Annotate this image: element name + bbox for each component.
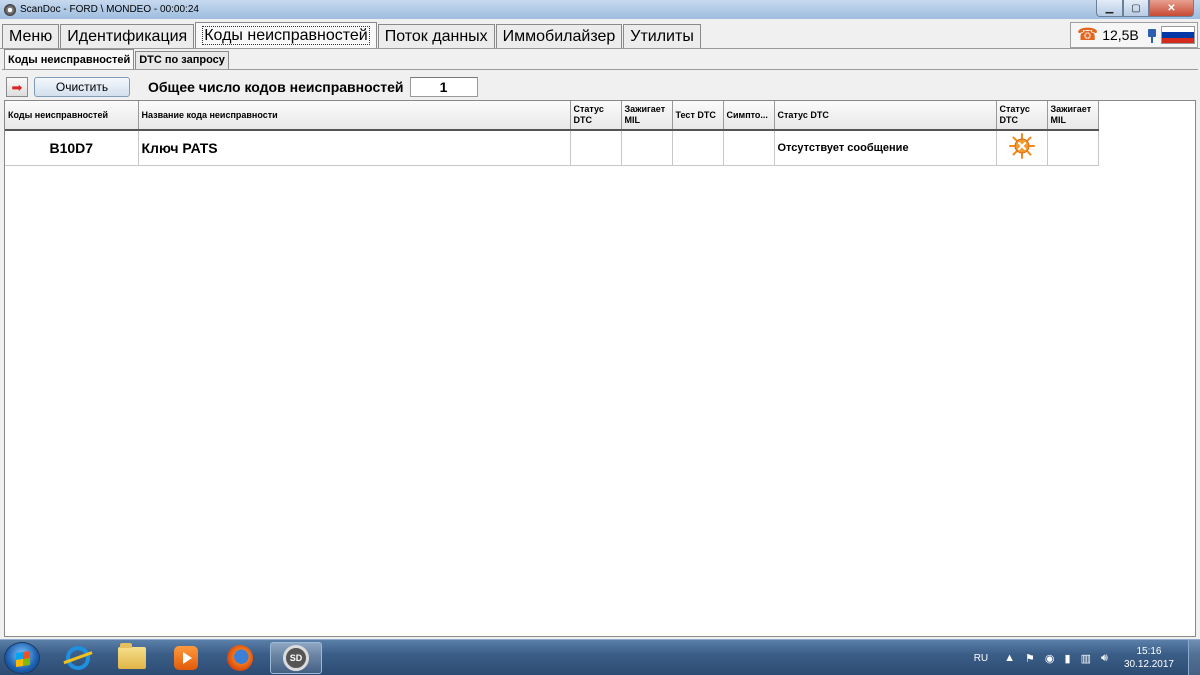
tab-immobilizer[interactable]: Иммобилайзер: [495, 24, 623, 48]
close-button[interactable]: ✕: [1149, 0, 1194, 17]
table-row[interactable]: B10D7 Ключ PATS Отсутствует сообщение: [5, 130, 1099, 166]
action-center-flag-icon[interactable]: ⚑: [1025, 652, 1035, 665]
explorer-button[interactable]: [106, 642, 158, 674]
clear-button[interactable]: Очистить: [34, 77, 130, 97]
column-header-test-dtc[interactable]: Тест DTC: [672, 101, 724, 131]
toolbar: ➡ Очистить Общее число кодов неисправнос…: [6, 76, 478, 98]
scandoc-app-icon: [4, 3, 16, 16]
voltage-readout: 12,5В: [1102, 27, 1139, 43]
firefox-icon: [227, 645, 253, 671]
total-codes-label: Общее число кодов неисправностей: [148, 79, 404, 95]
explorer-folder-icon: [118, 643, 146, 669]
dtc-status: [570, 130, 622, 166]
tab-utilities[interactable]: Утилиты: [623, 24, 701, 48]
dtc-status-icon-cell: [996, 130, 1048, 166]
subtab-fault-codes[interactable]: Коды неисправностей: [4, 49, 135, 69]
dtc-mil: [621, 130, 673, 166]
error-sun-icon: [1008, 133, 1035, 160]
dtc-status-text: Отсутствует сообщение: [774, 130, 997, 166]
fault-codes-page: Коды неисправностей DTC по запросу ➡ Очи…: [0, 48, 1200, 639]
table-header-row: Коды неисправностей Название кода неиспр…: [5, 101, 1099, 131]
dtc-test: [672, 130, 724, 166]
russia-flag-icon[interactable]: [1160, 26, 1195, 44]
tab-fault-codes[interactable]: Коды неисправностей: [195, 22, 377, 48]
tab-menu[interactable]: Меню: [2, 24, 60, 48]
update-icon[interactable]: ◉: [1045, 652, 1055, 665]
fault-codes-grid: Коды неисправностей Название кода неиспр…: [5, 101, 1099, 166]
sub-tabs: Коды неисправностей DTC по запросу: [4, 49, 230, 69]
signal-icon[interactable]: ▥: [1081, 652, 1091, 665]
column-header-mil[interactable]: Зажигает MIL: [621, 101, 673, 131]
clock-date: 30.12.2017: [1123, 659, 1174, 670]
minimize-button[interactable]: ▁: [1096, 0, 1123, 17]
export-button[interactable]: ➡: [6, 77, 28, 97]
volume-icon[interactable]: 🔊︎: [1101, 652, 1108, 665]
column-header-name[interactable]: Название кода неисправности: [138, 101, 571, 131]
taskbar: SD RU ▲ ⚑ ◉ ▮ ▥ 🔊︎ 15:16 30.12.2017: [0, 639, 1200, 675]
fault-codes-table: Коды неисправностей Название кода неиспр…: [4, 100, 1196, 637]
close-icon: ✕: [1167, 2, 1176, 14]
maximize-button[interactable]: ▢: [1123, 0, 1149, 17]
app-window: Меню Идентификация Коды неисправностей П…: [0, 19, 1200, 639]
fault-codes-panel: ➡ Очистить Общее число кодов неисправнос…: [2, 69, 1198, 638]
clock[interactable]: 15:16 30.12.2017: [1124, 645, 1174, 671]
column-header-code[interactable]: Коды неисправностей: [5, 101, 139, 131]
minimize-icon: ▁: [1105, 2, 1114, 14]
language-indicator[interactable]: RU: [974, 653, 988, 664]
main-tabs: Меню Идентификация Коды неисправностей П…: [2, 22, 702, 48]
internet-explorer-icon: [66, 646, 90, 670]
column-header-status-icon[interactable]: Статус DTC: [996, 101, 1048, 131]
scandoc-taskbar-button[interactable]: SD: [270, 642, 322, 674]
show-desktop-button[interactable]: [1188, 640, 1200, 675]
window-controls: ▁ ▢ ✕: [1096, 0, 1194, 17]
system-tray: RU ▲ ⚑ ◉ ▮ ▥ 🔊︎ 15:16 30.12.2017: [974, 640, 1200, 675]
status-area: ☎ 12,5В: [1070, 22, 1198, 48]
title-bar: ScanDoc - FORD \ MONDEO - 00:00:24 ▁ ▢ ✕: [0, 0, 1200, 19]
dtc-mil-2: [1047, 130, 1099, 166]
start-button[interactable]: [4, 642, 40, 674]
media-player-icon: [174, 646, 198, 670]
column-header-symptom[interactable]: Симпто...: [723, 101, 775, 131]
total-codes-value: 1: [409, 77, 478, 97]
scandoc-icon: SD: [283, 645, 309, 671]
dtc-symptom: [723, 130, 775, 166]
battery-icon[interactable]: ▮: [1065, 652, 1071, 665]
column-header-status-dtc[interactable]: Статус DTC: [570, 101, 622, 131]
maximize-icon: ▢: [1131, 2, 1141, 14]
dtc-name: Ключ PATS: [138, 130, 571, 166]
tab-data-stream[interactable]: Поток данных: [377, 24, 495, 48]
tab-identification[interactable]: Идентификация: [60, 24, 195, 48]
media-player-button[interactable]: [160, 642, 212, 674]
phone-icon: ☎: [1077, 25, 1099, 44]
arrow-right-icon: ➡: [11, 79, 23, 95]
internet-explorer-button[interactable]: [52, 642, 104, 674]
subtab-dtc-on-demand[interactable]: DTC по запросу: [135, 51, 229, 69]
column-header-mil-2[interactable]: Зажигает MIL: [1047, 101, 1099, 131]
firefox-button[interactable]: [214, 642, 266, 674]
window-title: ScanDoc - FORD \ MONDEO - 00:00:24: [20, 4, 199, 15]
network-warning-icon[interactable]: ▲: [1004, 652, 1015, 664]
column-header-status-text[interactable]: Статус DTC: [774, 101, 997, 131]
dtc-code: B10D7: [5, 130, 139, 166]
plug-icon: [1145, 27, 1159, 43]
clock-time: 15:16: [1136, 646, 1162, 657]
